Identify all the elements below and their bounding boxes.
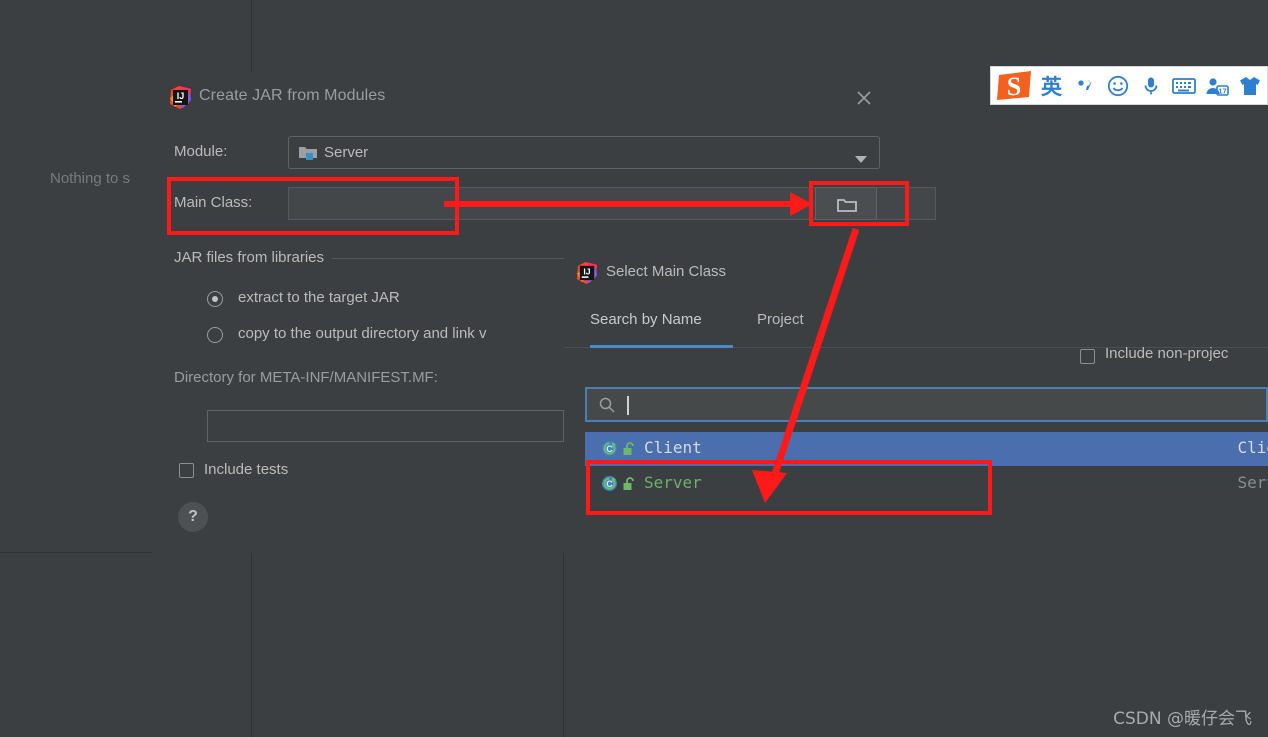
emoji-icon[interactable] (1101, 69, 1134, 102)
svg-text:C: C (606, 479, 613, 489)
unlocked-icon (623, 442, 636, 461)
skin-shirt-icon[interactable] (1233, 69, 1266, 102)
select-main-class-title: Select Main Class (606, 263, 726, 280)
create-jar-body: JAR files from libraries extract to the … (152, 72, 564, 553)
select-main-class-tabbar: Search by Name Project (564, 309, 1268, 349)
list-item[interactable]: C Server Serv (585, 467, 1268, 501)
include-non-project-label: Include non-projec (1105, 345, 1228, 362)
active-tab-indicator (590, 345, 733, 348)
intellij-idea-logo-icon: IJ (576, 262, 598, 284)
manifest-directory-label: Directory for META-INF/MANIFEST.MF: (174, 369, 438, 386)
radio-extract-to-target-jar[interactable] (207, 291, 223, 307)
tab-search-by-name[interactable]: Search by Name (590, 311, 702, 328)
radio-copy-to-output-directory[interactable] (207, 327, 223, 343)
include-non-project-checkbox[interactable] (1080, 349, 1095, 364)
csdn-watermark: CSDN @暖仔会飞 (1113, 704, 1252, 729)
text-caret (627, 396, 629, 415)
sogou-logo-icon[interactable]: S (995, 69, 1035, 102)
search-icon (599, 397, 615, 418)
sogou-ime-toolbar[interactable]: S 英 (990, 66, 1268, 105)
radio-copy-to-output-directory-label: copy to the output directory and link v (238, 325, 486, 342)
select-main-class-dialog: IJ Select Main Class Search by Name Proj… (564, 245, 1268, 737)
libraries-group-title: JAR files from libraries (174, 249, 332, 266)
java-class-icon: C (601, 440, 618, 462)
java-class-icon: C (601, 475, 618, 497)
svg-text:17: 17 (1218, 86, 1226, 95)
list-item-name: Client (644, 438, 702, 457)
nothing-to-show-label: Nothing to s (50, 170, 130, 187)
screen: Nothing to s IJ Create JAR from Modules (0, 0, 1268, 737)
include-tests-checkbox[interactable] (179, 463, 194, 478)
group-separator (322, 258, 564, 259)
user-account-icon[interactable]: 17 (1200, 69, 1233, 102)
radio-extract-to-target-jar-label: extract to the target JAR (238, 289, 400, 306)
list-item-location: Serv (1237, 473, 1268, 492)
folder-open-icon (837, 197, 857, 213)
chevron-down-icon[interactable] (855, 151, 867, 169)
microphone-icon[interactable] (1134, 69, 1167, 102)
list-item[interactable]: C Client Clie (585, 432, 1268, 466)
keyboard-icon[interactable] (1167, 69, 1200, 102)
list-item-name: Server (644, 473, 702, 492)
svg-text:C: C (606, 444, 613, 454)
main-class-browse-button[interactable] (815, 187, 877, 220)
manifest-directory-input[interactable] (207, 410, 564, 442)
close-icon[interactable] (852, 86, 876, 110)
include-tests-label: Include tests (204, 461, 288, 478)
tab-project[interactable]: Project (757, 311, 804, 328)
list-item-location: Clie (1237, 438, 1268, 457)
svg-text:IJ: IJ (583, 266, 590, 276)
svg-text:S: S (1007, 72, 1021, 101)
ime-mode-label: 英 (1041, 71, 1062, 101)
unlocked-icon (623, 477, 636, 496)
search-input[interactable] (585, 387, 1268, 422)
help-button[interactable]: ? (178, 502, 208, 532)
punctuation-icon[interactable] (1068, 69, 1101, 102)
ime-mode-chinese-english[interactable]: 英 (1035, 69, 1068, 102)
